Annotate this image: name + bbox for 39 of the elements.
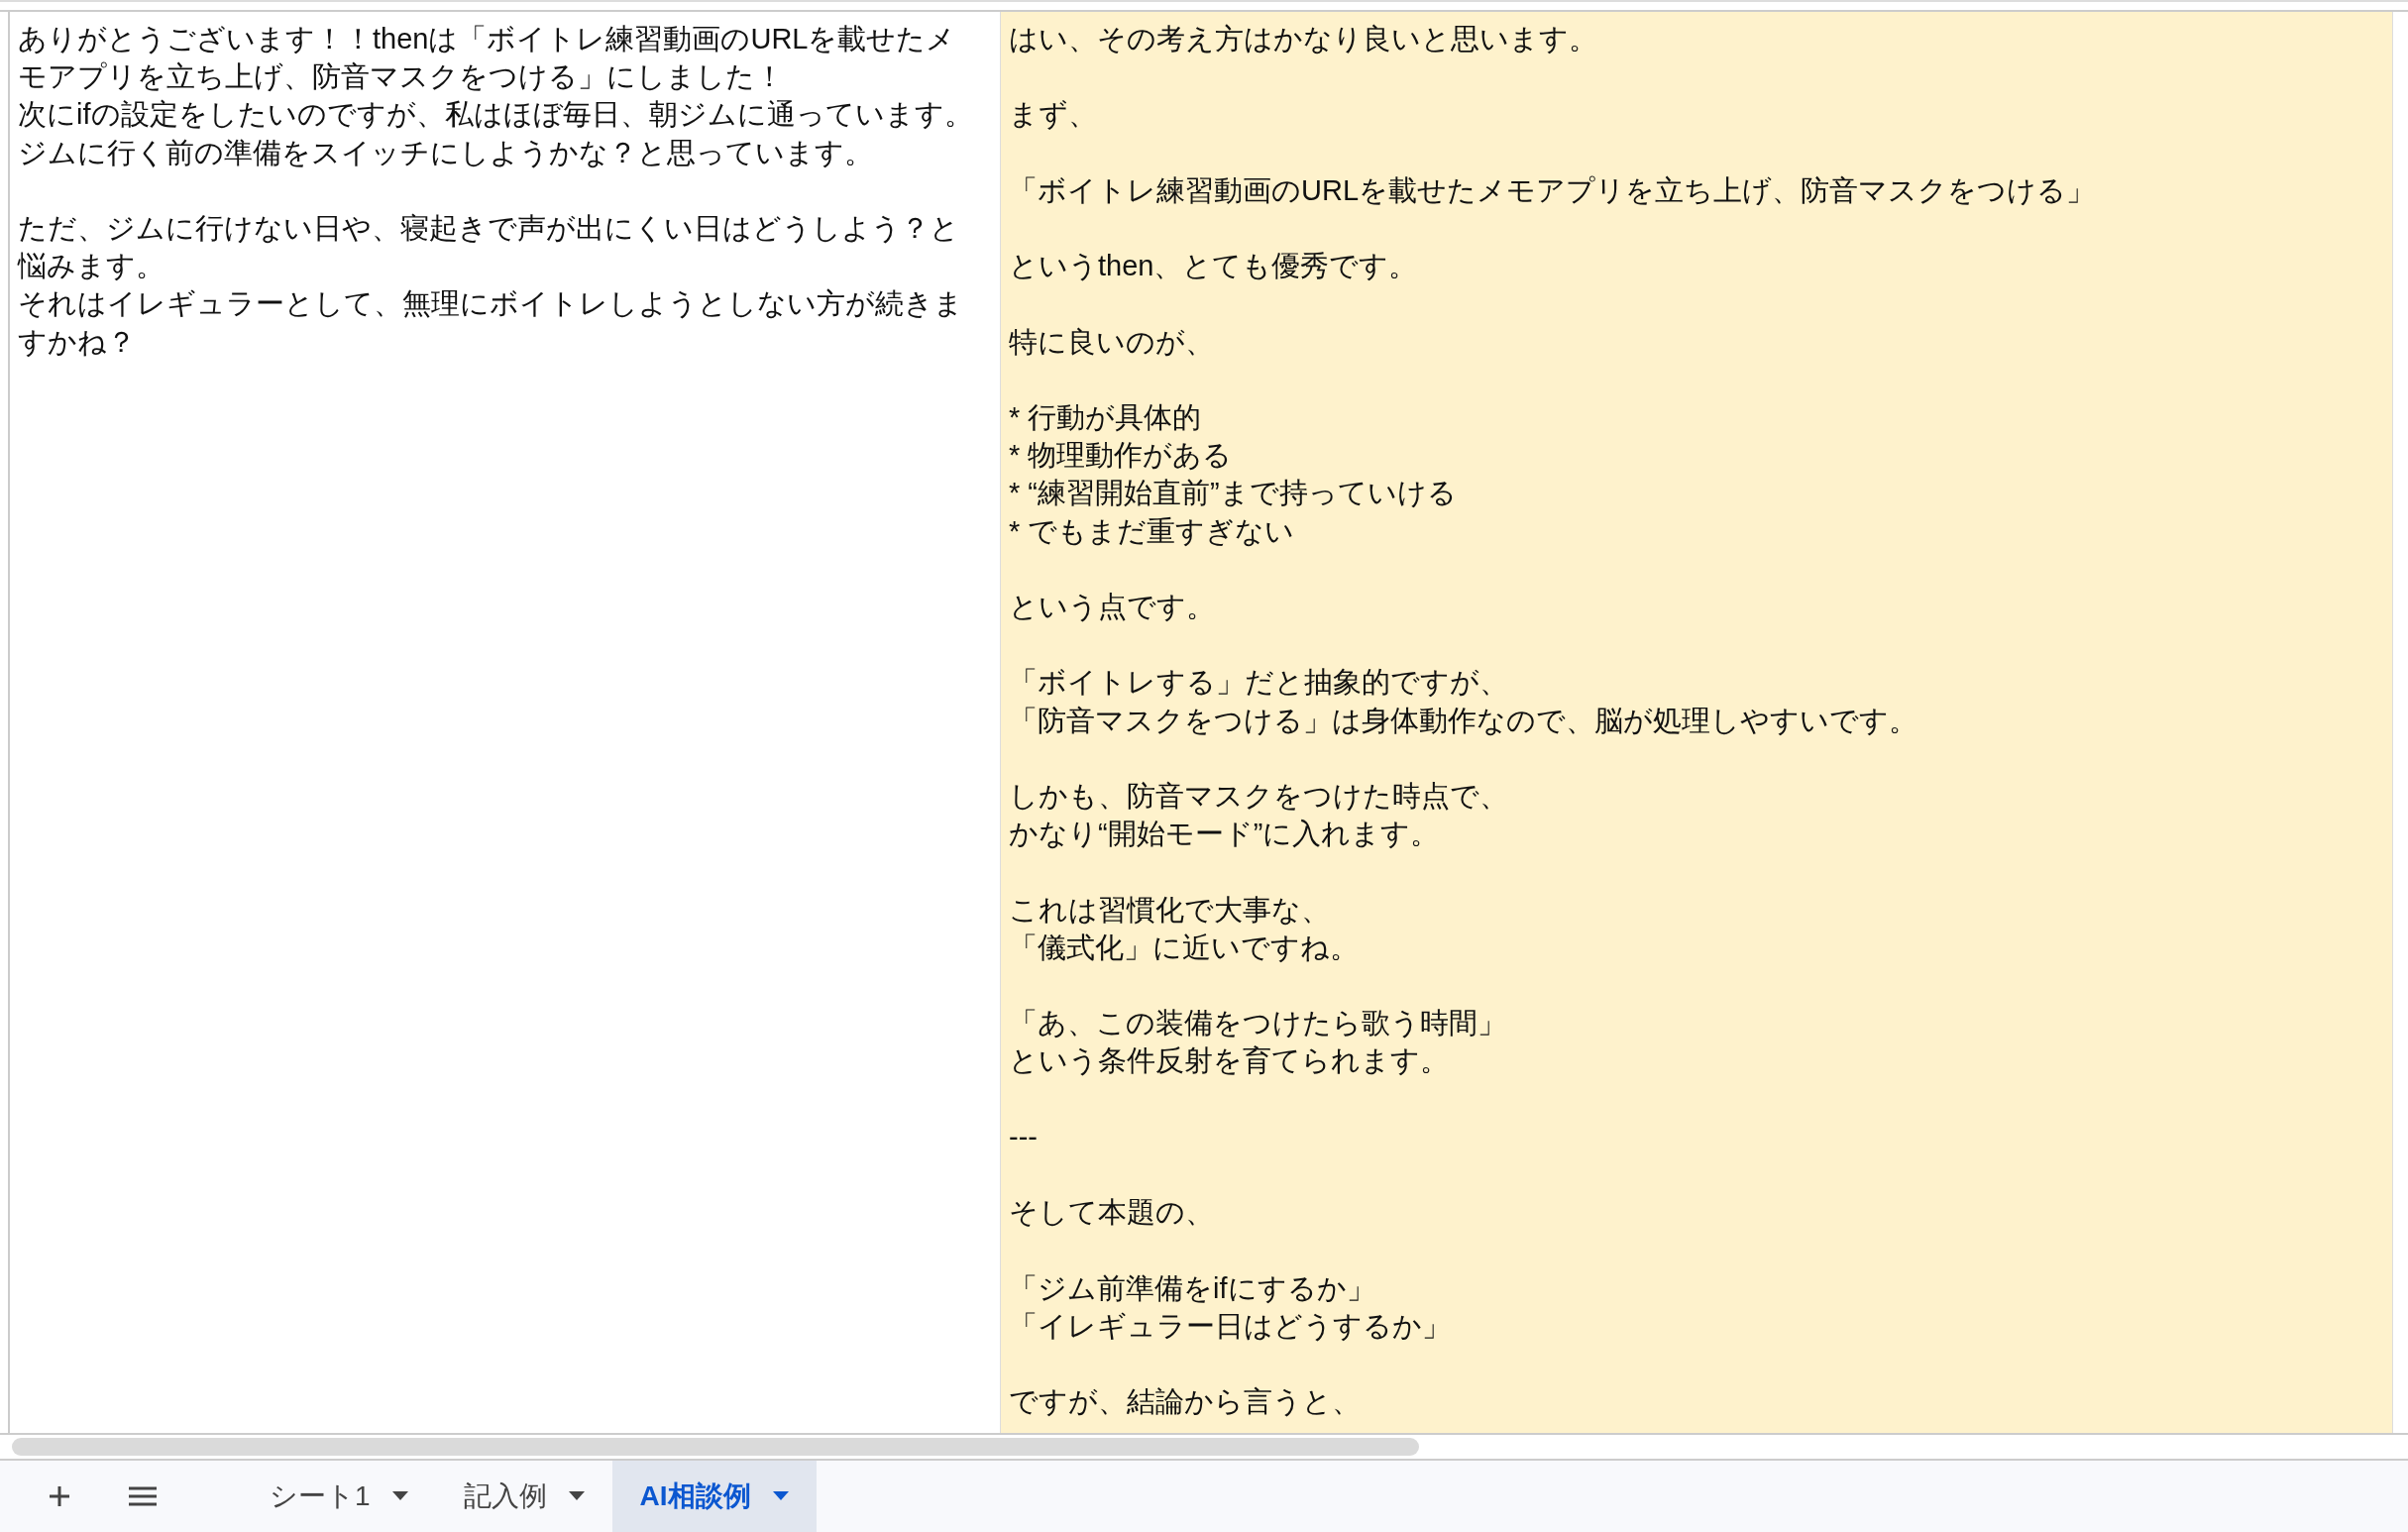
cell-text-line: * “練習開始直前”まで持っていける (1009, 476, 1457, 511)
cell-text-line: しかも、防音マスクをつけた時点で、 (1009, 778, 1508, 814)
cell-text-line: 「あ、この装備をつけたら歌う時間」 (1009, 1006, 1506, 1041)
caret-icon (391, 1491, 408, 1501)
plus-icon (47, 1483, 72, 1509)
menu-icon (128, 1485, 158, 1507)
cell-text-line: 「防音マスクをつける」は身体動作なので、脳が処理しやすいです。 (1009, 703, 1917, 738)
sheet-tab-label: AI相談例 (639, 1479, 751, 1513)
cell-text-line: 「ボイトレする」だと抽象的ですが、 (1009, 665, 1508, 701)
cell-text-line: 「ジム前準備をifにするか」 (1009, 1270, 1375, 1306)
cell-text-line: --- (1009, 1119, 1038, 1154)
cell-text-line: * 物理動作がある (1009, 438, 1233, 474)
caret-icon (568, 1491, 585, 1501)
cell-text-line: これは習慣化で大事な、 (1009, 892, 1330, 928)
caret-icon (772, 1491, 789, 1501)
cell-text-line: という点です。 (1009, 589, 1215, 624)
cell-text-line: それはイレギュラーとして、無理にボイトレしようとしない方が続きますかね？ (18, 286, 964, 360)
cell-text-line: というthen、とても優秀です。 (1009, 249, 1418, 284)
cell-text-line: 特に良いのが、 (1009, 324, 1214, 360)
sheet-tab-label: シート1 (270, 1479, 371, 1513)
cell-text-line: * でもまだ重すぎない (1009, 513, 1295, 549)
sheet-tab-label: 記入例 (463, 1479, 547, 1513)
cell-text-line: という条件反射を育てられます。 (1009, 1043, 1449, 1079)
cell-text-line: ですが、結論から言うと、 (1009, 1384, 1361, 1420)
cell-text-line: かなり“開始モード”に入れます。 (1009, 817, 1440, 852)
scrollbar-thumb[interactable] (12, 1438, 1419, 1456)
cell-text-line: はい、その考え方はかなり良いと思います。 (1009, 22, 1597, 56)
cell-text-line: まず、 (1009, 97, 1097, 133)
cell-text-line: ありがとうございます！！thenは「ボイトレ練習動画のURLを載せたメモアプリを立ち上げ、防音マスクをつける」にしました！ (18, 22, 957, 95)
sheet-tab[interactable]: AI相談例 (611, 1461, 817, 1532)
cell-text-line: 次にifの設定をしたいのですが、私はほぼ毎日、朝ジムに通っています。ジムに行く前の準備をスイッチにしようかな？と思っています。 (18, 97, 974, 170)
cell-text-line: 「儀式化」に近いですね。 (1009, 930, 1359, 965)
cell-text-line: ただ、ジムに行けない日や、寝起きで声が出にくい日はどうしよう？と悩みます。 (18, 211, 960, 284)
cell-text-line: そして本題の、 (1009, 1195, 1214, 1231)
cell-text-line: 「ボイトレ練習動画のURLを載せたメモアプリを立ち上げ、防音マスクをつける」 (1009, 172, 2095, 208)
cell-text-line: * 行動が具体的 (1009, 399, 1202, 435)
sheet-tab[interactable]: 記入例 (435, 1461, 612, 1532)
cell-text-line: 「イレギュラー日はどうするか」 (1009, 1308, 1451, 1344)
sheet-tab[interactable]: シート1 (242, 1461, 436, 1532)
